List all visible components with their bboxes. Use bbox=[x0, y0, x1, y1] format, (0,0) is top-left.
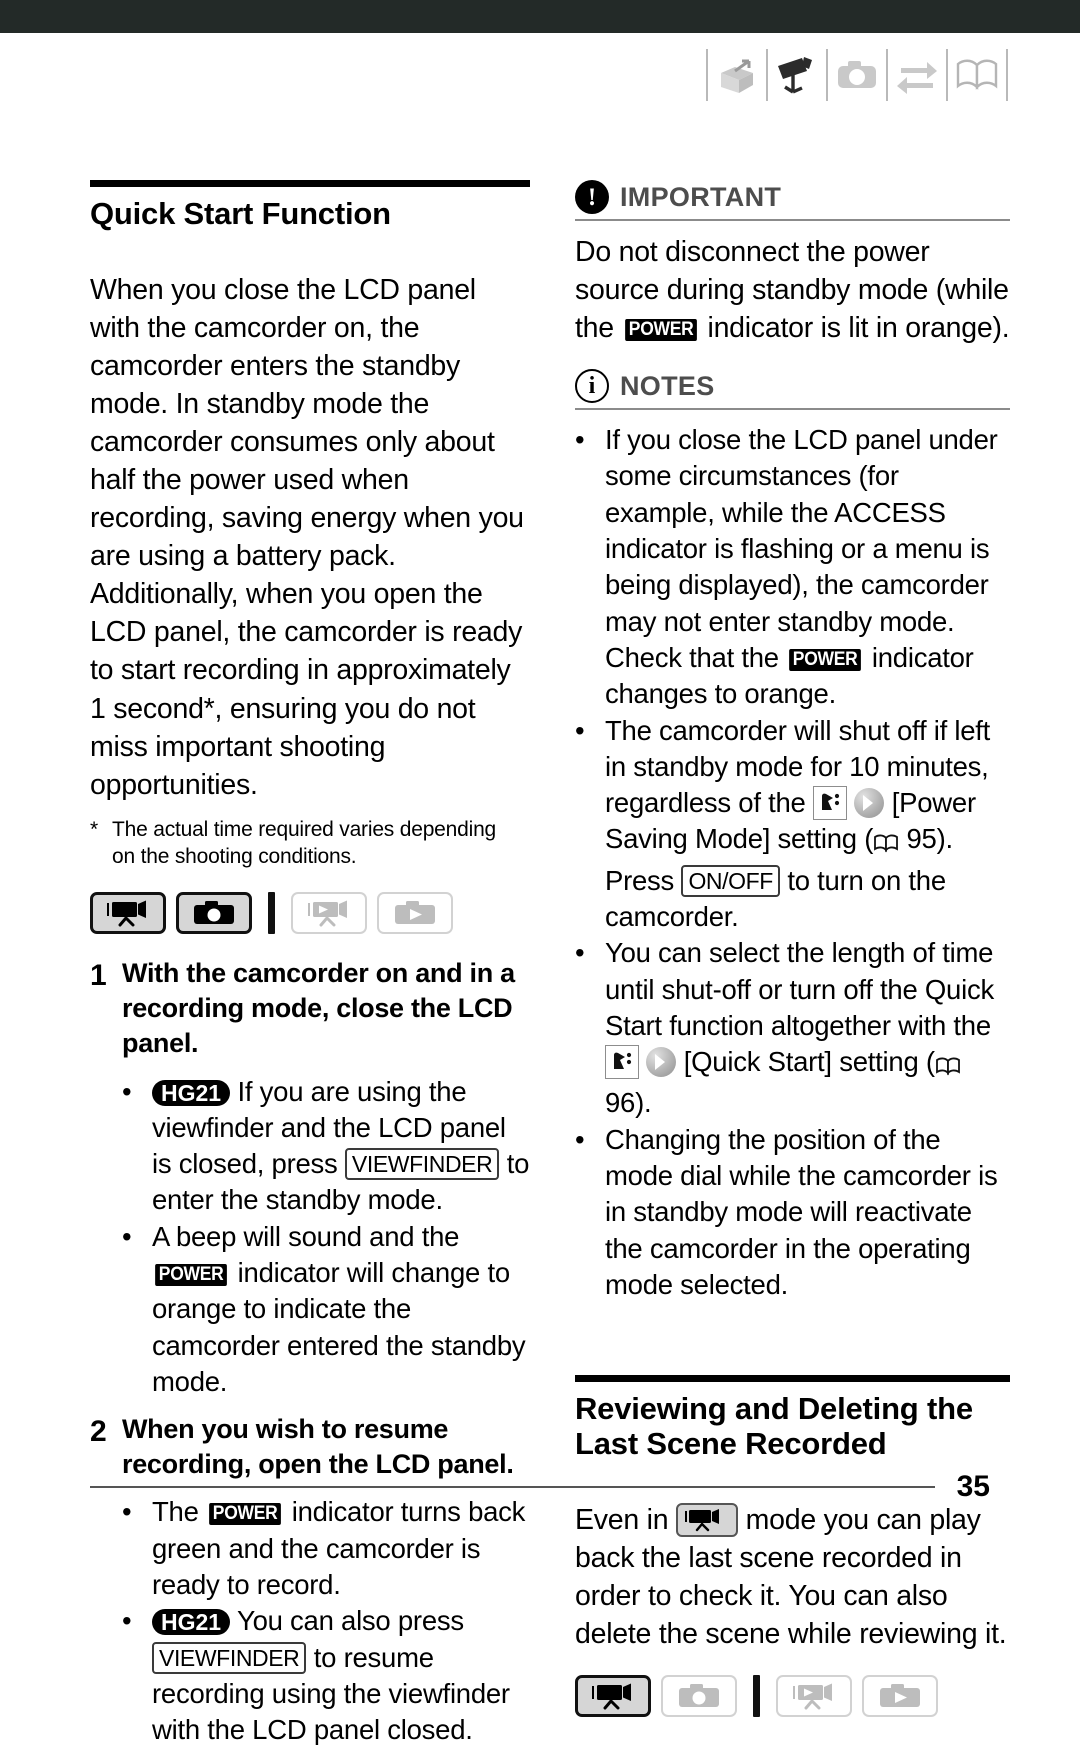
mode-bar-review bbox=[575, 1675, 1010, 1718]
mode-movie-record-active bbox=[575, 1675, 651, 1718]
section-2-title: Reviewing and Deleting the Last Scene Re… bbox=[575, 1391, 973, 1462]
bullet-after: indicator turns back green and the camco… bbox=[152, 1496, 526, 1600]
exclamation-circle-icon: ! bbox=[575, 180, 609, 214]
book-page-icon bbox=[935, 1049, 961, 1085]
bullet-dot: • bbox=[575, 1123, 585, 1155]
bullet-before: A beep will sound and the bbox=[152, 1220, 460, 1252]
mode-bar-quick-start bbox=[90, 892, 530, 935]
info-circle-icon: i bbox=[575, 369, 609, 404]
footnote: * The actual time required varies dependi… bbox=[90, 816, 530, 871]
step-2-bullet-2: • HG21 You can also press VIEWFINDER to … bbox=[90, 1603, 530, 1748]
mode-photo-record-active bbox=[176, 892, 252, 935]
important-header: ! IMPORTANT bbox=[575, 180, 1010, 214]
step-1-bullet-1: • HG21 If you are using the viewfinder a… bbox=[90, 1074, 530, 1219]
step-1-bullet-2: • A beep will sound and the POWER indica… bbox=[90, 1219, 530, 1400]
mode-photo-record-inactive bbox=[661, 1675, 737, 1718]
page-title: Quick Start Function bbox=[90, 196, 391, 231]
note-item-4-text: Changing the position of the mode dial w… bbox=[605, 1123, 998, 1300]
step-2-bullet-1: • The POWER indicator turns back green a… bbox=[90, 1494, 530, 1603]
step-1-text: With the camcorder on and in a recording… bbox=[122, 958, 515, 1059]
gray-arrow-circle-icon bbox=[646, 1047, 677, 1078]
mode-divider bbox=[268, 892, 275, 935]
note-before: If you close the LCD panel under some ci… bbox=[605, 424, 998, 673]
note-page-ref: 96 bbox=[605, 1087, 636, 1119]
note-item-3-text: You can select the length of time until … bbox=[605, 935, 1010, 1121]
hg21-badge: HG21 bbox=[152, 1609, 231, 1636]
bullet-before: You can also press bbox=[237, 1605, 464, 1637]
important-title: IMPORTANT bbox=[620, 181, 782, 212]
note-item-2-text: The camcorder will shut off if left in s… bbox=[605, 713, 1010, 936]
step-1: 1 With the camcorder on and in a recordi… bbox=[90, 956, 530, 1061]
step-2-bullet-1-text: The POWER indicator turns back green and… bbox=[152, 1494, 530, 1603]
power-badge: POWER bbox=[624, 319, 697, 342]
viewfinder-button[interactable]: VIEWFINDER bbox=[152, 1641, 307, 1674]
viewfinder-button[interactable]: VIEWFINDER bbox=[344, 1148, 500, 1181]
bullet-dot: • bbox=[122, 1496, 132, 1528]
hg21-badge: HG21 bbox=[152, 1079, 231, 1106]
step-1-bullet-2-text: A beep will sound and the POWER indicato… bbox=[152, 1219, 530, 1400]
mode-divider bbox=[753, 1675, 760, 1718]
section-2-before: Even in bbox=[575, 1504, 669, 1537]
bullet-dot: • bbox=[575, 714, 585, 746]
section-rule bbox=[90, 180, 530, 187]
notes-rule bbox=[575, 408, 1010, 411]
power-badge: POWER bbox=[209, 1503, 282, 1526]
footnote-text: The actual time required varies dependin… bbox=[112, 817, 497, 868]
mode-movie-playback-inactive bbox=[291, 892, 367, 935]
book-page-icon bbox=[873, 826, 899, 862]
bullet-dot: • bbox=[122, 1605, 132, 1637]
note-item-1: • If you close the LCD panel under some … bbox=[575, 422, 1010, 712]
note-item-3: • You can select the length of time unti… bbox=[575, 935, 1010, 1121]
bullet-dot: • bbox=[122, 1075, 132, 1107]
important-text: Do not disconnect the power source durin… bbox=[575, 233, 1010, 347]
gray-arrow-circle-icon bbox=[854, 788, 885, 819]
note-item-2: • The camcorder will shut off if left in… bbox=[575, 713, 1010, 936]
note-after: ). bbox=[635, 1087, 652, 1119]
note-before: You can select the length of time until … bbox=[605, 937, 994, 1041]
mode-movie-record-active bbox=[90, 892, 166, 935]
intro-paragraph: When you close the LCD panel with the ca… bbox=[90, 274, 524, 801]
section-2-body: Even in mode you can play back the last … bbox=[575, 1501, 1010, 1653]
important-rule bbox=[575, 219, 1010, 221]
step-1-number: 1 bbox=[90, 959, 107, 993]
notes-title: NOTES bbox=[620, 370, 715, 401]
mode-photo-playback-inactive bbox=[377, 892, 453, 935]
left-column: Quick Start Function When you close the … bbox=[90, 180, 530, 1748]
note-item-4: • Changing the position of the mode dial… bbox=[575, 1122, 1010, 1303]
footnote-marker: * bbox=[90, 817, 98, 841]
step-1-bullet-1-text: HG21 If you are using the viewfinder and… bbox=[152, 1074, 530, 1219]
onoff-button[interactable]: ON/OFF bbox=[681, 864, 780, 897]
mode-movie-playback-inactive bbox=[776, 1675, 852, 1718]
footer-rule bbox=[90, 1486, 935, 1488]
page-number: 35 bbox=[956, 1470, 990, 1503]
notes-header: i NOTES bbox=[575, 369, 1010, 404]
page-footer: 35 bbox=[90, 1470, 990, 1504]
movie-record-mode-icon bbox=[675, 1503, 738, 1538]
power-badge: POWER bbox=[155, 1264, 228, 1287]
note-setting: [Quick Start] setting ( bbox=[683, 1046, 935, 1078]
note-item-1-text: If you close the LCD panel under some ci… bbox=[605, 422, 1010, 712]
wrench-menu-icon bbox=[605, 1045, 639, 1080]
bullet-dot: • bbox=[575, 424, 585, 456]
section-2-rule bbox=[575, 1375, 1010, 1383]
wrench-menu-icon bbox=[812, 786, 847, 821]
mode-photo-playback-inactive bbox=[862, 1675, 938, 1718]
note-page-ref: 95 bbox=[906, 823, 937, 855]
power-badge: POWER bbox=[789, 648, 862, 671]
important-after: indicator is lit in orange). bbox=[707, 312, 1010, 345]
bullet-dot: • bbox=[122, 1220, 132, 1252]
notes-list: • If you close the LCD panel under some … bbox=[575, 422, 1010, 1303]
bullet-dot: • bbox=[575, 937, 585, 969]
step-2-bullet-2-text: HG21 You can also press VIEWFINDER to re… bbox=[152, 1603, 530, 1748]
